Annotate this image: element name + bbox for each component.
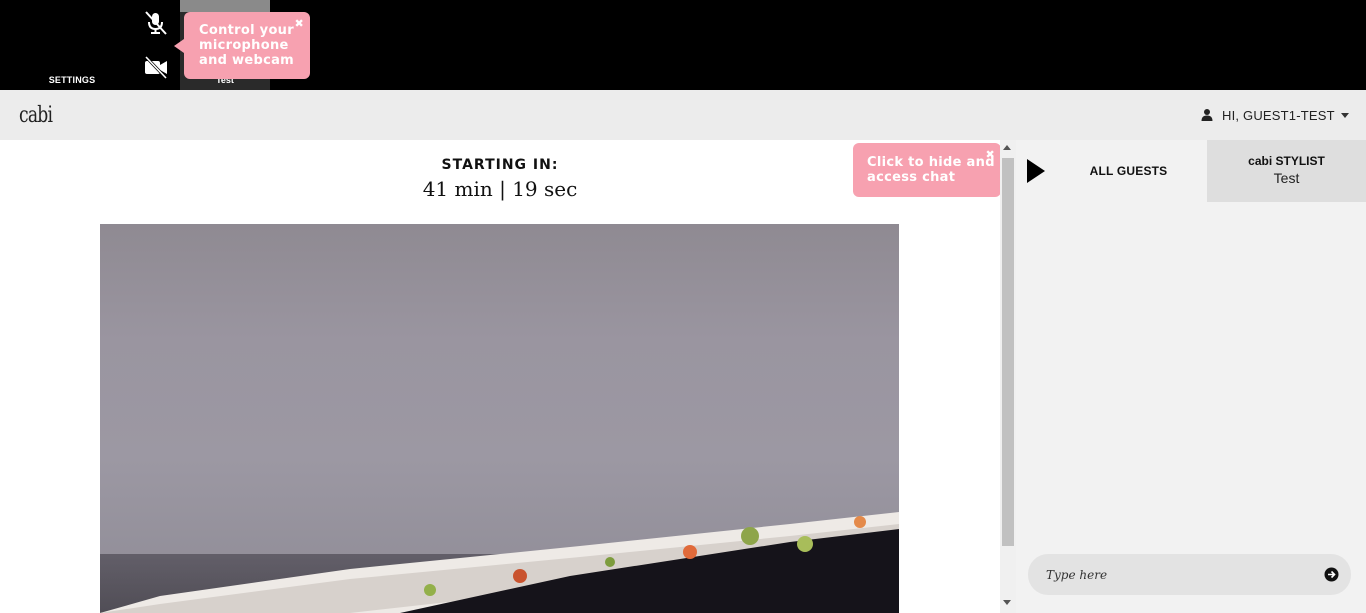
chevron-down-icon — [1340, 112, 1349, 118]
user-menu[interactable]: HI, GUEST1-TEST — [1200, 106, 1349, 124]
chat-tooltip-text: Click to hide and access chat — [867, 155, 995, 185]
close-icon[interactable]: ✖ — [985, 149, 995, 160]
scroll-down-arrow-icon[interactable] — [1003, 600, 1011, 605]
media-tooltip-text: Control your microphone and webcam — [199, 23, 295, 68]
cabi-logo[interactable]: cabi — [19, 103, 53, 128]
chat-panel — [1016, 140, 1366, 613]
mic-off-icon[interactable] — [141, 10, 171, 36]
site-header — [0, 90, 1366, 140]
settings-label[interactable]: SETTINGS — [40, 75, 104, 85]
close-icon[interactable]: ✖ — [294, 18, 304, 29]
tab-stylist-name: Test — [1273, 170, 1300, 186]
user-icon — [1201, 109, 1213, 121]
starting-in-label: STARTING IN: — [441, 157, 559, 173]
hide-chat-triangle-icon[interactable] — [1027, 159, 1045, 183]
scrollbar-thumb[interactable] — [1002, 158, 1014, 546]
tab-all-guests[interactable]: ALL GUESTS — [1050, 140, 1207, 202]
chat-tooltip: Click to hide and access chat ✖ — [853, 143, 1011, 197]
webcam-video — [100, 224, 899, 613]
camera-off-icon[interactable] — [141, 54, 171, 80]
chat-message-input[interactable] — [1028, 554, 1351, 595]
media-tooltip: Control your microphone and webcam ✖ — [174, 12, 310, 79]
countdown-timer: 41 min | 19 sec — [422, 177, 578, 201]
user-greeting: HI, GUEST1-TEST — [1222, 107, 1335, 123]
participant-thumbnail-header — [180, 0, 270, 12]
scroll-up-arrow-icon[interactable] — [1003, 145, 1011, 150]
tab-cabi-stylist[interactable]: cabi STYLIST Test — [1207, 140, 1366, 202]
send-arrow-icon[interactable] — [1324, 567, 1339, 582]
tab-stylist-title: cabi STYLIST — [1248, 154, 1325, 168]
